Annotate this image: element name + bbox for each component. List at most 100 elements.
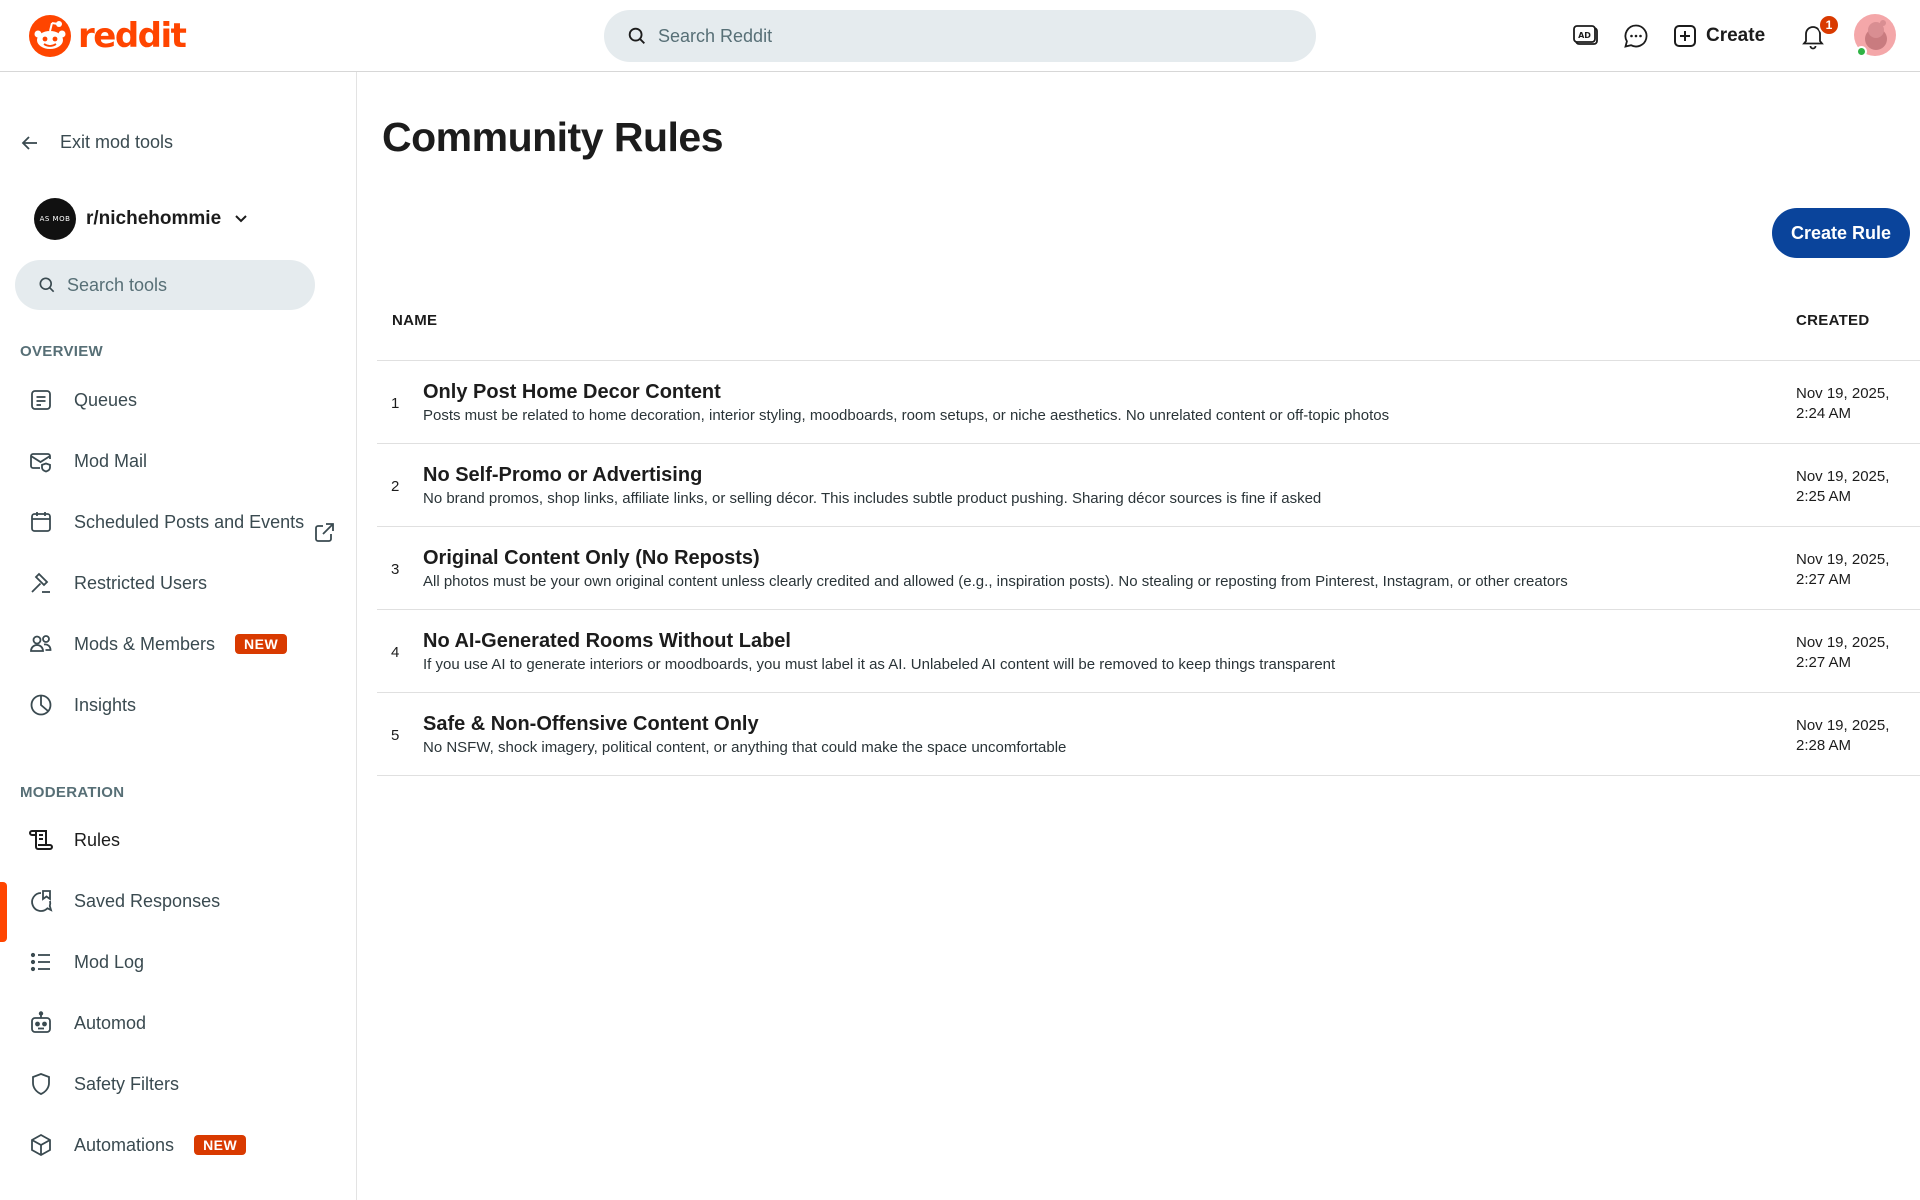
sidebar-item-mod-log[interactable]: Mod Log	[0, 934, 356, 990]
tools-search-input[interactable]	[67, 274, 287, 296]
robot-icon	[31, 1011, 51, 1033]
arrow-left-icon	[21, 135, 37, 150]
rules-scroll-icon	[29, 830, 53, 850]
rule-created-date: Nov 19, 2025, 2:28 AM	[1796, 716, 1906, 756]
svg-text:AD: AD	[1578, 31, 1591, 40]
sidebar-item-label: Rules	[74, 829, 121, 850]
create-label: Create	[1706, 25, 1766, 46]
create-post-button[interactable]: Create	[1672, 16, 1765, 56]
sidebar-item-label: Saved Responses	[74, 890, 221, 911]
rule-time: 2:28 AM	[1796, 737, 1852, 754]
table-row[interactable]: 3 Original Content Only (No Reposts) All…	[377, 527, 1920, 610]
rule-created-date: Nov 19, 2025, 2:27 AM	[1796, 633, 1906, 673]
create-rule-button[interactable]: Create Rule	[1772, 208, 1910, 258]
rule-number: 3	[391, 561, 400, 578]
rule-created-date: Nov 19, 2025, 2:27 AM	[1796, 550, 1906, 590]
reddit-logo[interactable]: reddit	[28, 14, 187, 58]
rule-number: 2	[391, 478, 400, 495]
tools-search-bar[interactable]	[15, 260, 315, 310]
rule-time: 2:27 AM	[1796, 654, 1852, 671]
chat-icon	[1624, 24, 1648, 48]
chat-button[interactable]	[1618, 18, 1654, 54]
queue-icon	[31, 390, 51, 410]
sidebar-item-label: Mods & Members	[74, 633, 216, 654]
list-icon	[30, 952, 50, 972]
rule-description: All photos must be your own original con…	[423, 573, 1568, 590]
mail-icon	[30, 453, 51, 473]
sidebar-item-automations[interactable]: Automations NEW	[0, 1117, 356, 1173]
global-search-bar[interactable]	[604, 10, 1316, 62]
sidebar-item-scheduled-posts[interactable]: Scheduled Posts and Events	[0, 494, 356, 550]
rule-number: 4	[391, 644, 400, 661]
sidebar-item-safety-filters[interactable]: Safety Filters	[0, 1056, 356, 1112]
subreddit-name: r/nichehommie	[86, 208, 222, 229]
sidebar-item-label: Automod	[74, 1012, 147, 1033]
rule-title: No Self-Promo or Advertising	[423, 464, 703, 486]
subreddit-switcher[interactable]: AS MOB r/nichehommie	[34, 198, 251, 240]
sidebar-item-label: Scheduled Posts and Events	[74, 511, 305, 532]
sidebar-item-label: Mod Log	[74, 951, 145, 972]
rule-date: Nov 19, 2025,	[1796, 468, 1890, 485]
reddit-snoo-icon	[29, 15, 71, 57]
table-row[interactable]: 1 Only Post Home Decor Content Posts mus…	[377, 361, 1920, 444]
rule-title: No AI-Generated Rooms Without Label	[423, 630, 791, 652]
advertise-button[interactable]: AD	[1568, 18, 1604, 54]
online-status-dot	[1856, 46, 1867, 57]
rule-number: 5	[391, 727, 400, 744]
sidebar-item-rules[interactable]: Rules	[0, 812, 356, 868]
exit-mod-tools-link[interactable]: Exit mod tools	[20, 132, 173, 153]
new-badge: NEW	[194, 1135, 247, 1155]
ad-icon: AD	[1573, 25, 1598, 45]
sidebar-item-label: Automations	[74, 1134, 175, 1155]
column-header-created[interactable]: CREATED	[1796, 312, 1870, 329]
rule-description: Posts must be related to home decoration…	[423, 407, 1390, 424]
search-icon	[39, 277, 55, 293]
top-header: reddit AD Create 1	[0, 0, 1920, 72]
rule-description: No brand promos, shop links, affiliate l…	[423, 490, 1322, 507]
sidebar-item-saved-responses[interactable]: Saved Responses	[0, 873, 356, 929]
page-title: Community Rules	[382, 114, 724, 160]
rule-description: If you use AI to generate interiors or m…	[423, 656, 1336, 673]
sidebar-item-label: Insights	[74, 694, 137, 715]
rules-table: 1 Only Post Home Decor Content Posts mus…	[377, 360, 1920, 776]
rule-time: 2:24 AM	[1796, 405, 1852, 422]
rule-time: 2:25 AM	[1796, 488, 1852, 505]
rule-date: Nov 19, 2025,	[1796, 551, 1890, 568]
rule-time: 2:27 AM	[1796, 571, 1852, 588]
rule-created-date: Nov 19, 2025, 2:25 AM	[1796, 467, 1906, 507]
sidebar-item-restricted-users[interactable]: Restricted Users	[0, 555, 356, 611]
section-label-moderation: MODERATION	[20, 784, 125, 801]
rule-date: Nov 19, 2025,	[1796, 717, 1890, 734]
new-badge: NEW	[235, 634, 288, 654]
sidebar-item-label: Restricted Users	[74, 572, 208, 593]
hammer-icon	[31, 572, 50, 593]
rule-title: Original Content Only (No Reposts)	[423, 547, 760, 569]
members-icon	[30, 635, 52, 652]
sidebar-item-insights[interactable]: Insights	[0, 677, 356, 733]
table-row[interactable]: 5 Safe & Non-Offensive Content Only No N…	[377, 693, 1920, 776]
global-search-input[interactable]	[658, 25, 1258, 47]
rule-title: Safe & Non-Offensive Content Only	[423, 713, 759, 735]
table-row[interactable]: 4 No AI-Generated Rooms Without Label If…	[377, 610, 1920, 693]
table-row[interactable]: 2 No Self-Promo or Advertising No brand …	[377, 444, 1920, 527]
mod-tools-sidebar: Exit mod tools AS MOB r/nichehommie OVER…	[0, 72, 357, 1200]
column-header-name[interactable]: NAME	[392, 312, 437, 329]
rule-number: 1	[391, 395, 400, 412]
subreddit-avatar: AS MOB	[34, 198, 76, 240]
sidebar-item-automod[interactable]: Automod	[0, 995, 356, 1051]
rule-date: Nov 19, 2025,	[1796, 385, 1890, 402]
rule-description: No NSFW, shock imagery, political conten…	[423, 739, 1067, 756]
logo-wordmark: reddit	[78, 16, 187, 56]
sidebar-item-mods-members[interactable]: Mods & Members NEW	[0, 616, 356, 672]
sidebar-item-queues[interactable]: Queues	[0, 372, 356, 428]
plus-square-icon	[1674, 25, 1696, 47]
section-label-overview: OVERVIEW	[20, 343, 103, 360]
sidebar-item-label: Queues	[74, 389, 138, 410]
cube-icon	[31, 1133, 51, 1157]
sidebar-item-label: Mod Mail	[74, 450, 148, 471]
rule-title: Only Post Home Decor Content	[423, 381, 721, 403]
saved-response-icon	[31, 890, 53, 912]
sidebar-item-mod-mail[interactable]: Mod Mail	[0, 433, 356, 489]
calendar-icon	[31, 512, 51, 532]
sidebar-item-label: Safety Filters	[74, 1073, 180, 1094]
